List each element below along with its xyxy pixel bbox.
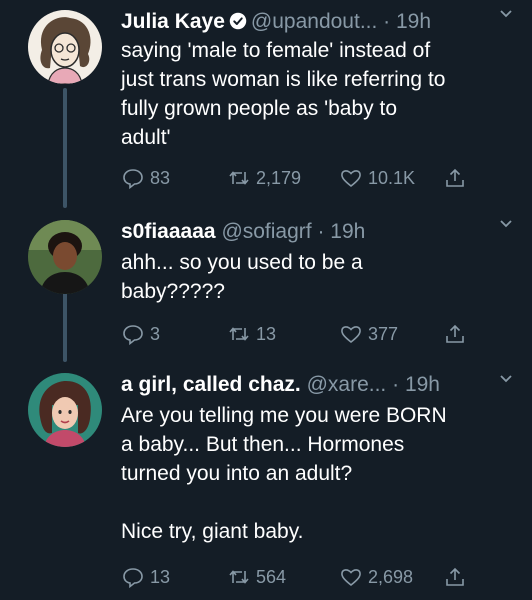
display-name[interactable]: s0fiaaaaa xyxy=(121,220,216,243)
heart-icon xyxy=(341,569,361,587)
display-name[interactable]: Julia Kaye xyxy=(121,10,225,33)
reply-button[interactable]: 13 xyxy=(121,565,170,589)
reply-count: 83 xyxy=(150,167,171,188)
like-count: 10.1K xyxy=(368,167,416,188)
reply-icon xyxy=(123,568,143,589)
like-count: 377 xyxy=(368,323,399,344)
reply-count: 13 xyxy=(150,566,171,587)
retweet-icon xyxy=(229,171,249,185)
tweet-text: saying 'male to female' instead of just … xyxy=(121,39,446,149)
retweet-count: 13 xyxy=(256,323,277,344)
timestamp[interactable]: · 19h xyxy=(392,373,440,396)
avatar-photo xyxy=(28,220,102,294)
timestamp[interactable]: · 19h xyxy=(383,10,431,33)
user-handle[interactable]: @sofiagrf xyxy=(221,220,311,243)
tweet[interactable]: s0fiaaaaa @sofiagrf · 19h ahh... so you … xyxy=(0,210,532,360)
reply-icon xyxy=(123,325,143,346)
avatar[interactable] xyxy=(28,10,102,84)
share-icon xyxy=(446,567,464,586)
retweet-icon xyxy=(229,570,249,584)
retweet-button[interactable]: 13 xyxy=(227,322,276,346)
share-icon xyxy=(446,324,464,343)
heart-icon xyxy=(341,326,361,344)
avatar-illustration xyxy=(28,10,102,84)
share-button[interactable] xyxy=(443,322,467,346)
share-button[interactable] xyxy=(443,565,467,589)
reply-button[interactable]: 3 xyxy=(121,322,160,346)
tweet[interactable]: Julia Kaye @upandout... · 19h saying 'mal… xyxy=(0,0,532,205)
heart-icon xyxy=(341,170,361,188)
retweet-button[interactable]: 2,179 xyxy=(227,166,301,190)
timestamp[interactable]: · 19h xyxy=(317,220,365,243)
avatar[interactable] xyxy=(28,220,102,294)
avatar-illustration xyxy=(28,373,102,447)
reply-button[interactable]: 83 xyxy=(121,166,170,190)
chevron-down-icon[interactable] xyxy=(498,6,514,22)
user-handle[interactable]: @upandout... xyxy=(251,10,377,33)
tweet[interactable]: a girl, called chaz. @xare... · 19h Are … xyxy=(0,365,532,600)
user-handle[interactable]: @xare... xyxy=(307,373,387,396)
chevron-down-icon[interactable] xyxy=(498,371,514,387)
retweet-count: 2,179 xyxy=(256,167,302,188)
display-name[interactable]: a girl, called chaz. xyxy=(121,373,301,396)
like-button[interactable]: 2,698 xyxy=(339,565,413,589)
like-button[interactable]: 10.1K xyxy=(339,166,415,190)
like-count: 2,698 xyxy=(368,566,414,587)
avatar[interactable] xyxy=(28,373,102,447)
share-icon xyxy=(446,168,464,187)
reply-icon xyxy=(123,169,143,190)
chevron-down-icon[interactable] xyxy=(498,216,514,232)
tweet-text: ahh... so you used to be a baby????? xyxy=(121,251,363,303)
reply-count: 3 xyxy=(150,323,161,344)
tweet-text: Are you telling me you were BORN a baby.… xyxy=(121,404,447,543)
verified-badge-icon xyxy=(229,10,247,30)
retweet-button[interactable]: 564 xyxy=(227,565,286,589)
retweet-count: 564 xyxy=(256,566,287,587)
retweet-icon xyxy=(229,327,249,341)
share-button[interactable] xyxy=(443,166,467,190)
like-button[interactable]: 377 xyxy=(339,322,398,346)
